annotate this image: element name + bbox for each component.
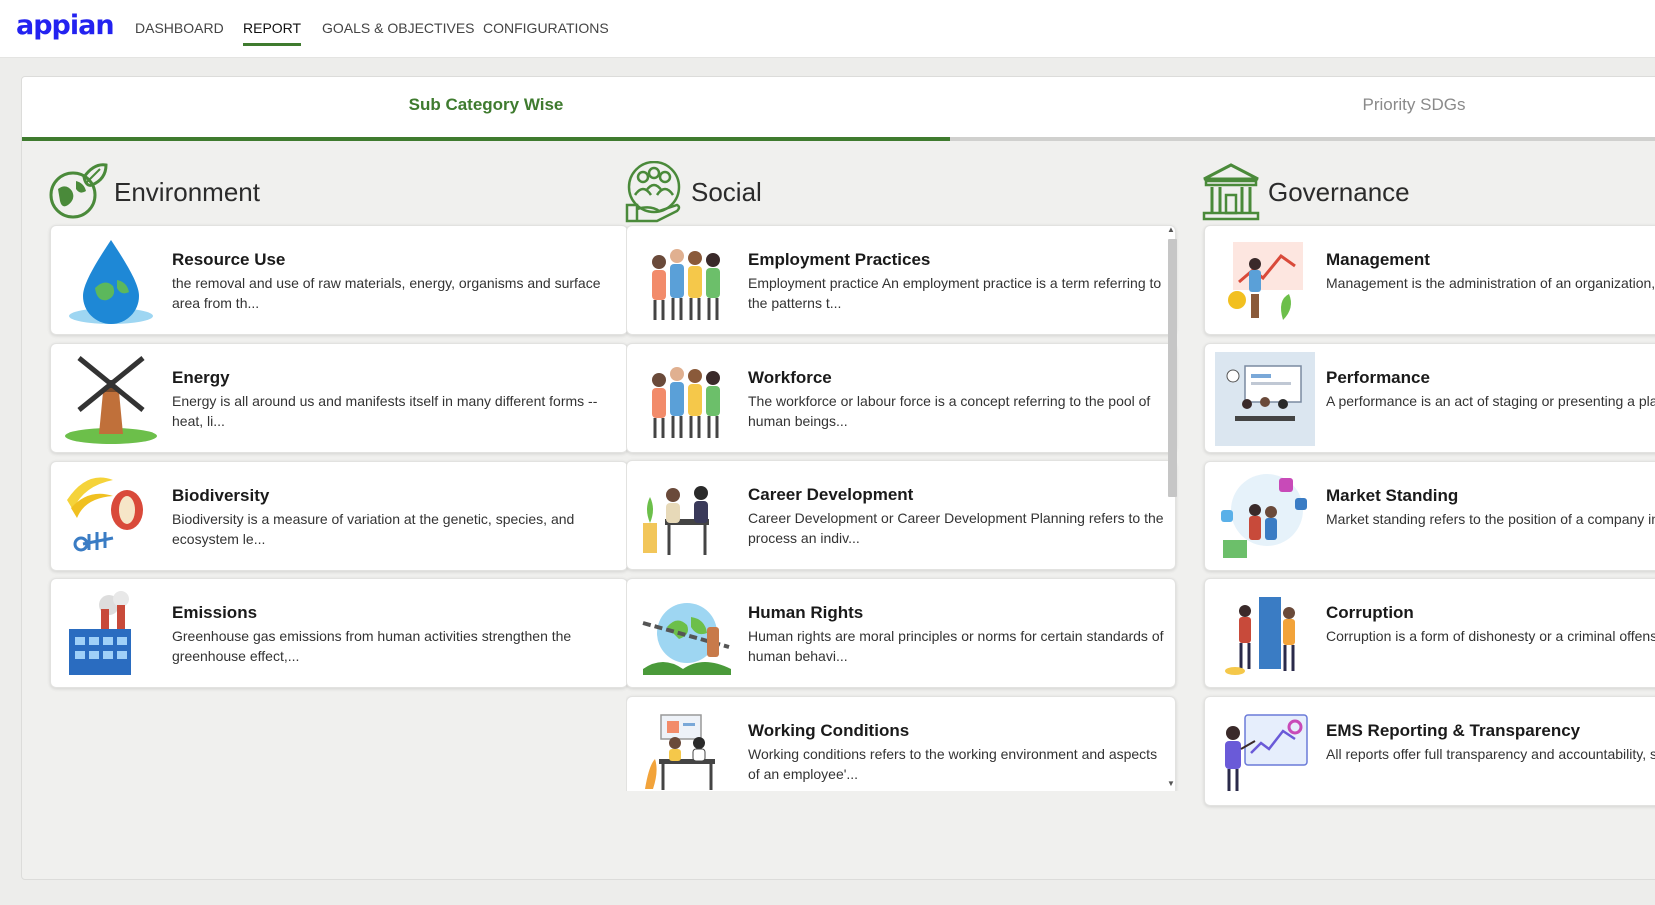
category-social-header: Social	[623, 161, 1183, 223]
people-hand-icon	[625, 161, 681, 223]
card-resource-use[interactable]: Resource Use the removal and use of raw …	[50, 225, 628, 335]
card-description: The workforce or labour force is a conce…	[748, 393, 1151, 429]
interview-desk-icon	[643, 486, 709, 555]
card-description: All reports offer full transparency and …	[1326, 746, 1655, 762]
category-governance-header: Governance	[1200, 161, 1655, 223]
group-people-icon	[652, 249, 720, 320]
appian-logo[interactable]: appian	[16, 10, 115, 41]
card-energy[interactable]: Energy Energy is all around us and manif…	[50, 343, 628, 453]
top-navigation-bar: appian DASHBOARD REPORT GOALS & OBJECTIV…	[0, 0, 1655, 58]
card-description: the removal and use of raw materials, en…	[172, 275, 601, 311]
card-description: Employment practice An employment practi…	[748, 275, 1162, 311]
scroll-down-arrow-icon[interactable]: ▼	[1167, 779, 1175, 788]
card-description: Management is the administration of an o…	[1326, 275, 1655, 291]
card-description: Biodiversity is a measure of variation a…	[172, 511, 575, 547]
card-performance[interactable]: Performance A performance is an act of s…	[1204, 343, 1655, 453]
card-title: Career Development	[748, 485, 914, 504]
card-ems-reporting-transparency[interactable]: EMS Reporting & Transparency All reports…	[1204, 696, 1655, 806]
category-title: Social	[691, 177, 762, 207]
card-description: Market standing refers to the position o…	[1326, 511, 1655, 527]
group-people-icon	[652, 367, 720, 438]
card-description: A performance is an act of staging or pr…	[1326, 393, 1655, 409]
card-title: EMS Reporting & Transparency	[1326, 721, 1581, 740]
card-emissions[interactable]: Emissions Greenhouse gas emissions from …	[50, 578, 628, 688]
bribe-door-icon	[1225, 597, 1295, 675]
nav-dashboard[interactable]: DASHBOARD	[135, 20, 224, 44]
report-dashboard-icon	[1225, 714, 1308, 791]
presentation-board-icon	[1215, 352, 1315, 446]
card-title: Working Conditions	[748, 721, 910, 740]
card-title: Resource Use	[172, 250, 286, 269]
food-waste-icon	[67, 477, 143, 552]
card-human-rights[interactable]: Human Rights Human rights are moral prin…	[626, 578, 1176, 688]
nav-goals-objectives[interactable]: GOALS & OBJECTIVES	[322, 20, 475, 44]
water-drop-earth-icon	[69, 240, 153, 324]
office-meeting-icon	[645, 714, 715, 790]
growth-chart-icon	[1228, 242, 1303, 320]
factory-icon	[69, 591, 131, 675]
social-media-icon	[1221, 474, 1307, 558]
report-panel: Sub Category Wise Priority SDGs Environm…	[21, 76, 1655, 880]
card-title: Corruption	[1326, 603, 1414, 622]
card-corruption[interactable]: Corruption Corruption is a form of disho…	[1204, 578, 1655, 688]
nav-report[interactable]: REPORT	[243, 20, 302, 46]
card-management[interactable]: Management Management is the administrat…	[1204, 225, 1655, 335]
card-title: Energy	[172, 368, 230, 387]
category-environment-header: Environment	[46, 161, 606, 223]
card-title: Market Standing	[1326, 486, 1459, 505]
card-title: Employment Practices	[748, 250, 931, 269]
card-description: Career Development or Career Development…	[748, 510, 1164, 546]
nav-configurations[interactable]: CONFIGURATIONS	[483, 20, 609, 44]
card-title: Performance	[1326, 368, 1430, 387]
category-title: Governance	[1268, 177, 1410, 207]
card-working-conditions[interactable]: Working Conditions Working conditions re…	[626, 696, 1176, 791]
card-title: Human Rights	[748, 603, 864, 622]
card-description: Human rights are moral principles or nor…	[748, 628, 1164, 664]
globe-leaf-icon	[49, 163, 108, 219]
tab-sub-category-wise[interactable]: Sub Category Wise	[22, 77, 950, 141]
card-description: Greenhouse gas emissions from human acti…	[172, 628, 572, 664]
card-title: Management	[1326, 250, 1430, 269]
scroll-up-arrow-icon[interactable]: ▲	[1167, 225, 1175, 234]
card-market-standing[interactable]: Market Standing Market standing refers t…	[1204, 461, 1655, 571]
tab-active-indicator	[22, 137, 950, 141]
card-employment-practices[interactable]: Employment Practices Employment practice…	[626, 225, 1176, 335]
scroll-thumb[interactable]	[1168, 239, 1177, 497]
card-title: Biodiversity	[172, 486, 270, 505]
tab-priority-sdgs[interactable]: Priority SDGs	[950, 77, 1655, 141]
chained-globe-icon	[642, 603, 731, 675]
card-description: Energy is all around us and manifests it…	[172, 393, 598, 429]
card-biodiversity[interactable]: Biodiversity Biodiversity is a measure o…	[50, 461, 628, 571]
bank-building-icon	[1202, 163, 1260, 221]
social-card-list[interactable]: Employment Practices Employment practice…	[626, 223, 1181, 791]
social-scrollbar[interactable]: ▲ ▼	[1166, 225, 1177, 791]
category-title: Environment	[114, 177, 260, 207]
card-title: Emissions	[172, 603, 258, 622]
card-career-development[interactable]: Career Development Career Development or…	[626, 460, 1176, 570]
windmill-icon	[65, 356, 157, 444]
card-description: Working conditions refers to the working…	[748, 746, 1158, 782]
tab-bar: Sub Category Wise Priority SDGs	[22, 77, 1655, 141]
card-workforce[interactable]: Workforce The workforce or labour force …	[626, 343, 1176, 453]
card-title: Workforce	[748, 368, 832, 387]
card-description: Corruption is a form of dishonesty or a …	[1326, 628, 1655, 644]
